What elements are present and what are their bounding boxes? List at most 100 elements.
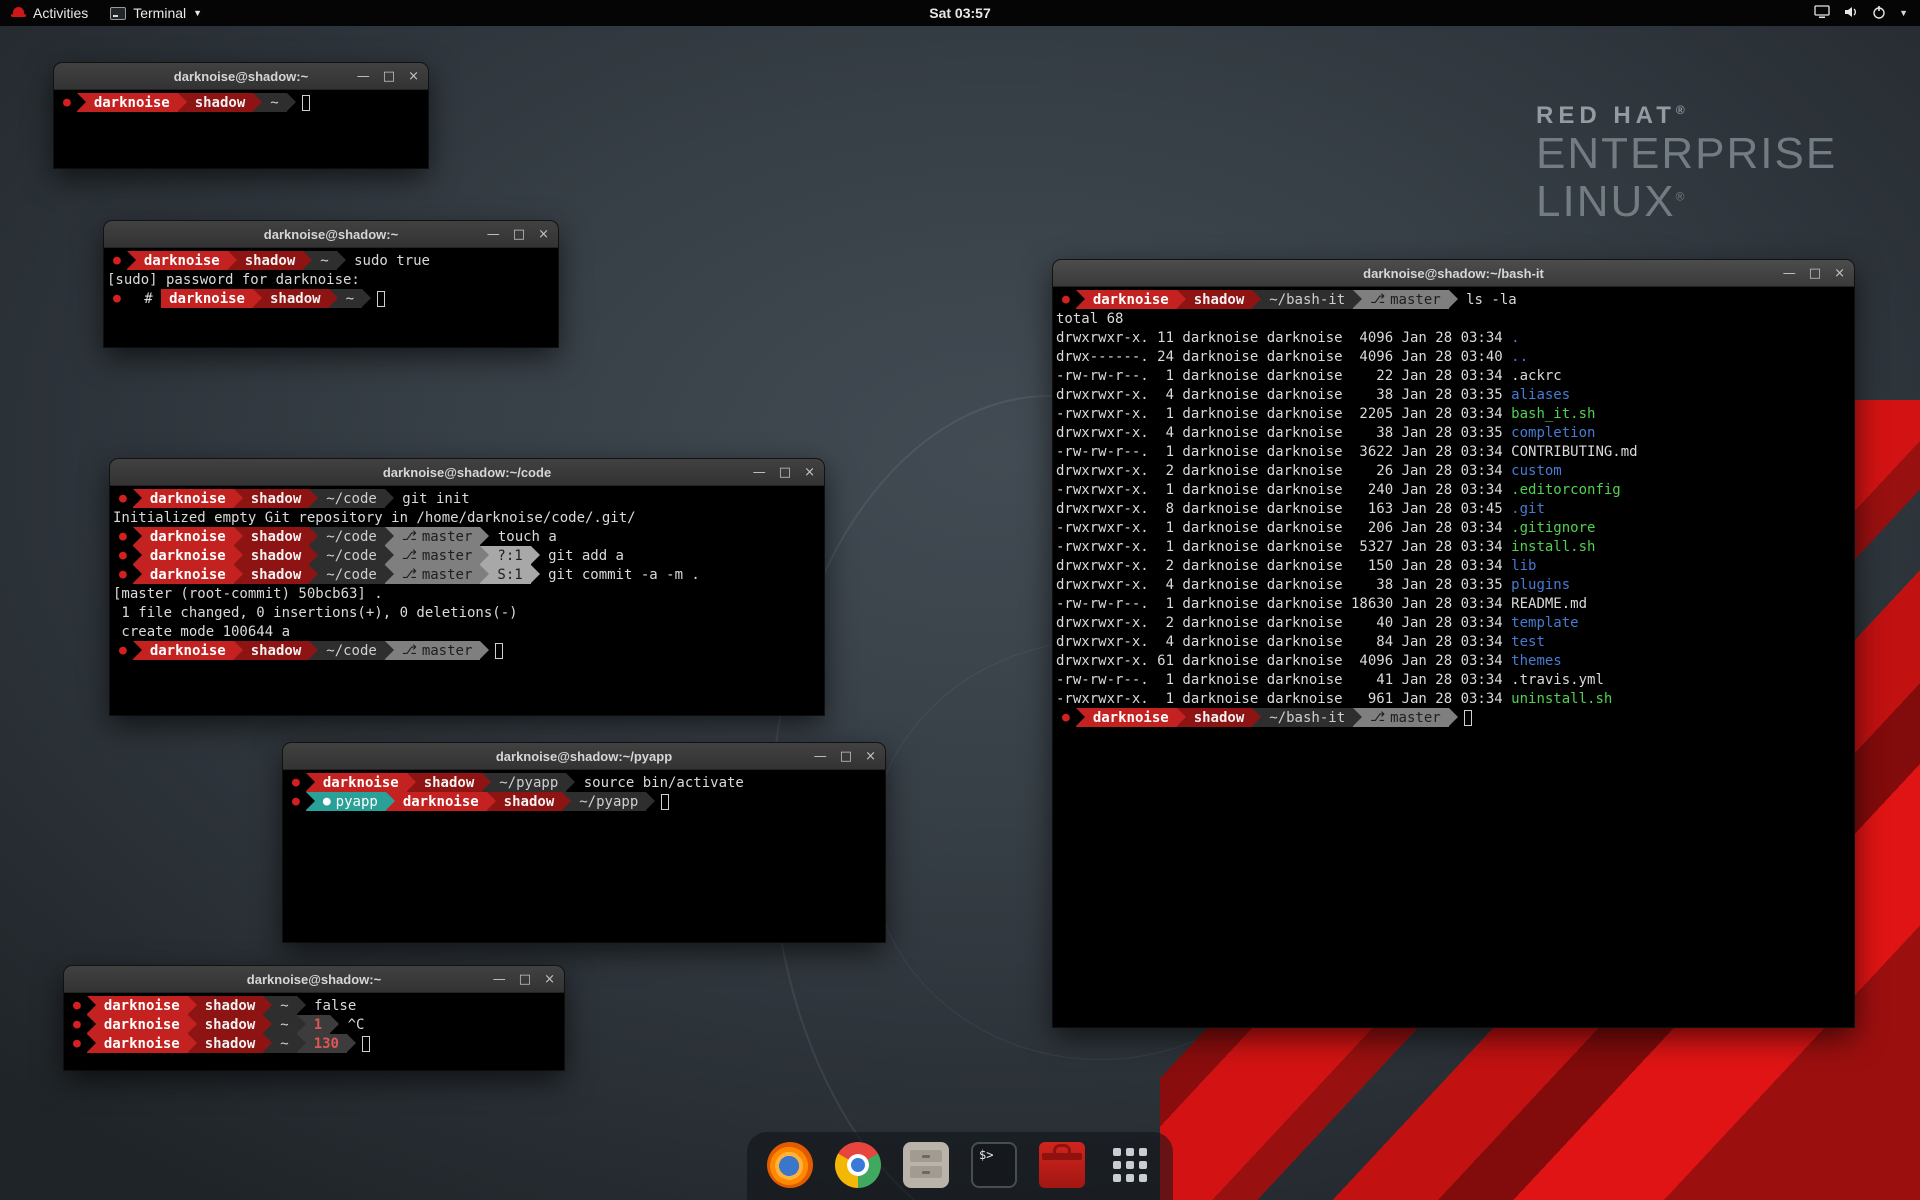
- terminal-text: drwxrwxr-x. 2 darknoise darknoise 150 Ja…: [1056, 558, 1511, 574]
- terminal-window-1[interactable]: darknoise@shadow:~—□×●darknoiseshadow~: [54, 63, 428, 168]
- window-titlebar[interactable]: darknoise@shadow:~—□×: [54, 63, 428, 90]
- terminal-text: create mode 100644 a: [113, 624, 290, 640]
- prompt-segment-path: ~: [272, 1015, 296, 1034]
- dock-toolbox-icon[interactable]: [1039, 1142, 1085, 1188]
- terminal-text: drwxrwxr-x. 8 darknoise darknoise 163 Ja…: [1056, 501, 1511, 517]
- terminal-window-5[interactable]: darknoise@shadow:~—□×●darknoiseshadow~ f…: [64, 966, 564, 1070]
- window-minimize-button[interactable]: —: [1783, 267, 1796, 280]
- window-close-button[interactable]: ×: [865, 750, 876, 763]
- terminal-text: .travis.yml: [1511, 672, 1604, 688]
- power-icon[interactable]: [1872, 5, 1886, 22]
- dock-files-icon[interactable]: [903, 1142, 949, 1188]
- power-icon-svg: [1872, 5, 1886, 19]
- dock-firefox-icon[interactable]: [767, 1142, 813, 1188]
- powerline-separator: [531, 546, 540, 565]
- prompt-segment-host: shadow: [416, 773, 483, 792]
- terminal-line: ●darknoiseshadow~/bash-it⎇master: [1056, 708, 1851, 727]
- window-titlebar[interactable]: darknoise@shadow:~—□×: [64, 966, 564, 993]
- window-titlebar[interactable]: darknoise@shadow:~/bash-it—□×: [1053, 260, 1854, 287]
- powerline-triangle: [253, 289, 262, 307]
- dock-terminal-icon[interactable]: $>: [971, 1142, 1017, 1188]
- terminal-body[interactable]: ●darknoiseshadow~ sudo true[sudo] passwo…: [104, 248, 558, 311]
- terminal-text: ls -la: [1458, 292, 1517, 308]
- redhat-prompt-icon: ●: [107, 289, 127, 308]
- dock-app-grid-icon[interactable]: [1107, 1142, 1153, 1188]
- powerline-triangle: [297, 996, 306, 1014]
- window-maximize-button[interactable]: □: [519, 973, 531, 986]
- window-maximize-button[interactable]: □: [513, 228, 525, 241]
- powerline-separator: [562, 792, 571, 811]
- system-status-area[interactable]: ▼: [1802, 0, 1920, 26]
- prompt-segment-user: darknoise: [86, 93, 178, 112]
- powerline-triangle: [297, 1015, 306, 1033]
- window-controls: — □ ×: [493, 966, 555, 992]
- prompt-segment-git: ⎇master: [1362, 708, 1449, 727]
- powerline-separator: [1353, 708, 1362, 727]
- powerline-separator: [531, 565, 540, 584]
- redhat-icon: ●: [119, 567, 127, 582]
- terminal-window-4[interactable]: darknoise@shadow:~/pyapp—□×●darknoisesha…: [283, 743, 885, 942]
- volume-icon[interactable]: [1843, 5, 1859, 22]
- window-titlebar[interactable]: darknoise@shadow:~/pyapp—□×: [283, 743, 885, 770]
- powerline-triangle: [77, 93, 86, 111]
- terminal-body[interactable]: ●darknoiseshadow~: [54, 90, 428, 115]
- terminal-text: -rwxrwxr-x. 1 darknoise darknoise 2205 J…: [1056, 406, 1511, 422]
- window-titlebar[interactable]: darknoise@shadow:~—□×: [104, 221, 558, 248]
- window-close-button[interactable]: ×: [538, 228, 549, 241]
- window-maximize-button[interactable]: □: [779, 466, 791, 479]
- powerline-triangle: [234, 641, 243, 659]
- powerline-separator: [133, 641, 142, 660]
- activities-button[interactable]: Activities: [0, 0, 99, 26]
- terminal-text: [master (root-commit) 50bcb63] .: [113, 586, 383, 602]
- prompt-segment-git: ⎇master: [394, 641, 481, 660]
- powerline-separator: [87, 996, 96, 1015]
- dock-chrome-icon[interactable]: [835, 1142, 881, 1188]
- terminal-text: 1 file changed, 0 insertions(+), 0 delet…: [113, 605, 518, 621]
- window-maximize-button[interactable]: □: [383, 70, 395, 83]
- powerline-triangle: [309, 565, 318, 583]
- redhat-prompt-icon: ●: [113, 641, 133, 660]
- terminal-body[interactable]: ●darknoiseshadow~/bash-it⎇master ls -lat…: [1053, 287, 1854, 730]
- window-minimize-button[interactable]: —: [814, 750, 827, 763]
- window-close-button[interactable]: ×: [544, 973, 555, 986]
- prompt-segment-user: darknoise: [1085, 290, 1177, 309]
- terminal-window-2[interactable]: darknoise@shadow:~—□×●darknoiseshadow~ s…: [104, 221, 558, 347]
- powerline-separator: [480, 527, 489, 546]
- window-maximize-button[interactable]: □: [1809, 267, 1821, 280]
- powerline-separator: [188, 1034, 197, 1053]
- powerline-separator: [234, 546, 243, 565]
- powerline-separator: [1353, 290, 1362, 309]
- powerline-separator: [228, 251, 237, 270]
- clock[interactable]: Sat 03:57: [929, 5, 990, 21]
- window-close-button[interactable]: ×: [1834, 267, 1845, 280]
- powerline-separator: [303, 251, 312, 270]
- powerline-separator: [297, 1015, 306, 1034]
- window-minimize-button[interactable]: —: [357, 70, 370, 83]
- terminal-line: -rwxrwxr-x. 1 darknoise darknoise 5327 J…: [1056, 537, 1851, 556]
- window-close-button[interactable]: ×: [408, 70, 419, 83]
- prompt-segment-git: ⎇master: [1362, 290, 1449, 309]
- terminal-line: drwxrwxr-x. 4 darknoise darknoise 84 Jan…: [1056, 632, 1851, 651]
- app-menu-terminal[interactable]: Terminal ▼: [99, 0, 213, 26]
- terminal-body[interactable]: ●darknoiseshadow~/pyapp source bin/activ…: [283, 770, 885, 814]
- terminal-text: .: [1511, 330, 1519, 346]
- window-titlebar[interactable]: darknoise@shadow:~/code—□×: [110, 459, 824, 486]
- terminal-window-6[interactable]: darknoise@shadow:~/bash-it—□×●darknoises…: [1053, 260, 1854, 1027]
- terminal-line: ●darknoiseshadow~/code⎇master touch a: [113, 527, 821, 546]
- terminal-cursor: [495, 643, 503, 659]
- window-maximize-button[interactable]: □: [840, 750, 852, 763]
- window-close-button[interactable]: ×: [804, 466, 815, 479]
- terminal-body[interactable]: ●darknoiseshadow~/code git initInitializ…: [110, 486, 824, 663]
- display-icon[interactable]: [1814, 5, 1830, 22]
- dropdown-caret-icon: ▼: [193, 8, 202, 18]
- powerline-separator: [407, 773, 416, 792]
- terminal-text: drwxrwxr-x. 4 darknoise darknoise 38 Jan…: [1056, 425, 1511, 441]
- terminal-window-3[interactable]: darknoise@shadow:~/code—□×●darknoiseshad…: [110, 459, 824, 715]
- redhat-prompt-icon: ●: [113, 546, 133, 565]
- powerline-triangle: [1076, 290, 1085, 308]
- window-minimize-button[interactable]: —: [753, 466, 766, 479]
- window-minimize-button[interactable]: —: [493, 973, 506, 986]
- terminal-body[interactable]: ●darknoiseshadow~ false●darknoiseshadow~…: [64, 993, 564, 1056]
- redhat-icon: ●: [292, 794, 300, 809]
- window-minimize-button[interactable]: —: [487, 228, 500, 241]
